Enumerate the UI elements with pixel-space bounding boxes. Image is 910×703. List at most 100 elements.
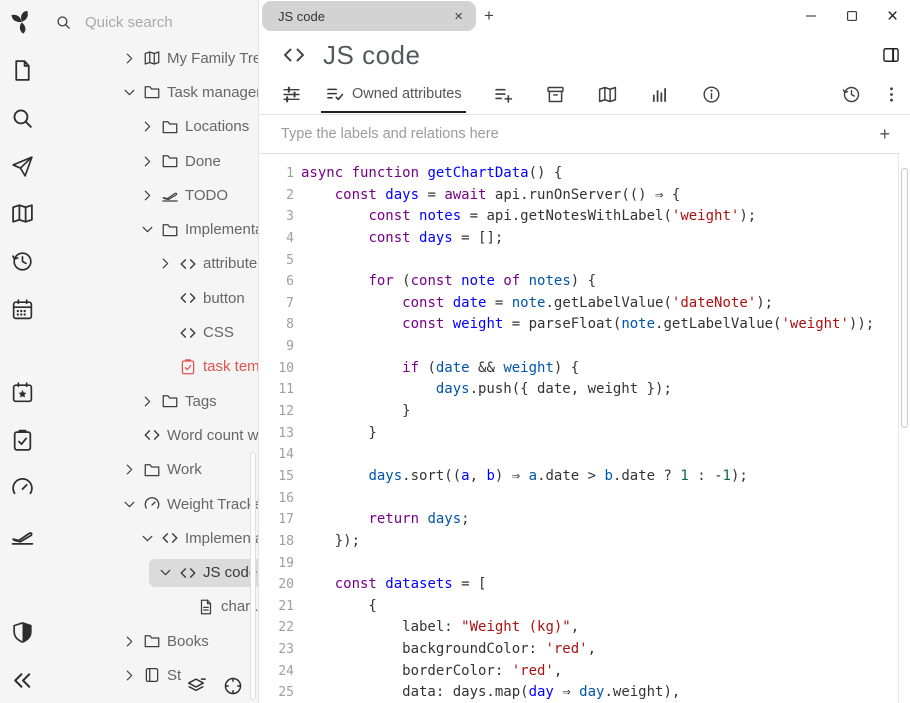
tree-item-button[interactable]: button — [45, 281, 258, 315]
code-line[interactable]: 16 — [259, 488, 899, 510]
add-attribute-button[interactable]: + — [879, 124, 890, 145]
note-title[interactable]: JS code — [323, 40, 420, 71]
quick-search[interactable]: Quick search — [45, 8, 258, 36]
tab-js-code[interactable]: JS code × — [262, 1, 476, 31]
note-paths-icon[interactable] — [542, 81, 570, 109]
collapse-tree-icon[interactable] — [10, 668, 35, 693]
code-line[interactable]: 15 days.sort((a, b) ⇒ a.date > b.date ? … — [259, 466, 899, 488]
note-map-icon[interactable] — [594, 81, 622, 109]
bookmark-day-icon[interactable] — [10, 380, 35, 405]
code-editor[interactable]: 1async function getChartData() {2 const … — [259, 154, 899, 703]
code-line[interactable]: 17 return days; — [259, 509, 899, 531]
code-line[interactable]: 11 days.push({ date, weight }); — [259, 379, 899, 401]
similar-notes-icon[interactable] — [646, 81, 674, 109]
chevron-right-icon[interactable] — [123, 51, 143, 65]
editor-scrollbar-thumb[interactable] — [901, 168, 908, 428]
target-icon[interactable] — [222, 675, 244, 697]
new-note-icon[interactable] — [10, 58, 35, 83]
chevron-right-icon[interactable] — [123, 668, 143, 682]
close-button[interactable]: × — [885, 9, 900, 24]
tree-item-done[interactable]: Done — [45, 144, 258, 178]
minimize-button[interactable] — [803, 9, 818, 24]
tree-item-implementation[interactable]: Implementatio — [45, 212, 258, 246]
chevron-right-icon[interactable] — [123, 634, 143, 648]
tab-owned-attributes[interactable]: Owned attributes — [321, 76, 466, 113]
code-line[interactable]: 18 }); — [259, 531, 899, 553]
trilium-logo-icon[interactable] — [8, 8, 36, 36]
code-line[interactable]: 14 — [259, 444, 899, 466]
tree-item-js-code[interactable]: JS code — [45, 555, 258, 589]
search-icon[interactable] — [10, 106, 35, 131]
tree-item-word-count-widget[interactable]: Word count widge — [45, 418, 258, 452]
chevron-right-icon[interactable] — [123, 463, 143, 477]
chevron-down-icon[interactable] — [141, 223, 161, 237]
tree-item-implementation-2[interactable]: Implementatio — [45, 521, 258, 555]
tree-item-my-family-tree[interactable]: My Family Tree — [45, 41, 258, 75]
code-line[interactable]: 8 const weight = parseFloat(note.getLabe… — [259, 314, 899, 336]
tree-item-locations[interactable]: Locations — [45, 110, 258, 144]
tree-item-todo[interactable]: TODO — [45, 178, 258, 212]
code-line[interactable]: 7 const date = note.getLabelValue('dateN… — [259, 293, 899, 315]
code-line[interactable]: 23 backgroundColor: 'red', — [259, 639, 899, 661]
line-number: 22 — [259, 617, 301, 639]
split-view-icon[interactable] — [881, 45, 901, 65]
maximize-button[interactable] — [844, 9, 859, 24]
revisions-history-icon[interactable] — [837, 81, 865, 109]
inherited-attributes-icon[interactable] — [490, 81, 518, 109]
tree-item-tags[interactable]: Tags — [45, 384, 258, 418]
new-tab-button[interactable]: + — [484, 6, 494, 26]
recent-notes-icon[interactable] — [10, 201, 35, 226]
tree-item-chart-js[interactable]: chart.js * — [45, 590, 258, 624]
tab-close-icon[interactable]: × — [451, 8, 466, 25]
code-line[interactable]: 10 if (date && weight) { — [259, 358, 899, 380]
note-info-icon[interactable] — [698, 81, 726, 109]
code-line[interactable]: 2 const days = await api.runOnServer(() … — [259, 185, 899, 207]
chevron-down-icon[interactable] — [141, 531, 161, 545]
tree-item-css[interactable]: CSS — [45, 315, 258, 349]
code-line[interactable]: 1async function getChartData() { — [259, 163, 899, 185]
code-icon — [161, 529, 185, 547]
code-line[interactable]: 20 const datasets = [ — [259, 574, 899, 596]
code-line[interactable]: 5 — [259, 250, 899, 272]
code-line[interactable]: 25 data: days.map(day ⇒ day.weight), — [259, 682, 899, 703]
tree-item-task-template[interactable]: task templat — [45, 350, 258, 384]
task-manager-icon[interactable] — [10, 428, 35, 453]
attributes-input[interactable]: Type the labels and relations here — [281, 126, 879, 142]
tree-item-attribute-cha[interactable]: attribute cha — [45, 247, 258, 281]
code-line[interactable]: 22 label: "Weight (kg)", — [259, 617, 899, 639]
basic-properties-icon[interactable] — [277, 81, 305, 109]
note-history-icon[interactable] — [10, 249, 35, 274]
layers-icon[interactable] — [185, 675, 207, 697]
code-line[interactable]: 4 const days = []; — [259, 228, 899, 250]
chevron-right-icon[interactable] — [141, 394, 161, 408]
code-line[interactable]: 6 for (const note of notes) { — [259, 271, 899, 293]
code-line[interactable]: 9 — [259, 336, 899, 358]
chevron-right-icon[interactable] — [141, 120, 161, 134]
tree-item-task-manager[interactable]: Task manager — [45, 75, 258, 109]
chevron-right-icon[interactable] — [141, 188, 161, 202]
tree-item-work[interactable]: Work — [45, 453, 258, 487]
tree-item-weight-tracker[interactable]: Weight Tracker — [45, 487, 258, 521]
code-line[interactable]: 13 } — [259, 423, 899, 445]
code-line[interactable]: 12 } — [259, 401, 899, 423]
kebab-menu-icon[interactable] — [877, 81, 905, 109]
chevron-down-icon[interactable] — [159, 566, 179, 580]
dashboard-icon[interactable] — [10, 475, 35, 500]
jump-to-note-icon[interactable] — [10, 154, 35, 179]
main-pane: JS code × + × JS code Owned attributes — [259, 0, 910, 703]
code-line[interactable]: 19 — [259, 553, 899, 575]
chevron-down-icon[interactable] — [123, 497, 143, 511]
chevron-right-icon[interactable] — [159, 257, 179, 271]
todo-plane-icon[interactable] — [10, 523, 35, 548]
tree-item-books[interactable]: Books — [45, 624, 258, 658]
code-line[interactable]: 21 { — [259, 596, 899, 618]
chevron-right-icon[interactable] — [141, 154, 161, 168]
code-line[interactable]: 3 const notes = api.getNotesWithLabel('w… — [259, 206, 899, 228]
tree-scrollbar[interactable] — [250, 452, 256, 700]
attributes-bar: Type the labels and relations here + — [259, 115, 910, 153]
folder-icon — [143, 461, 167, 479]
code-line[interactable]: 24 borderColor: 'red', — [259, 661, 899, 683]
calendar-icon[interactable] — [10, 297, 35, 322]
protected-session-icon[interactable] — [10, 620, 35, 645]
chevron-down-icon[interactable] — [123, 85, 143, 99]
